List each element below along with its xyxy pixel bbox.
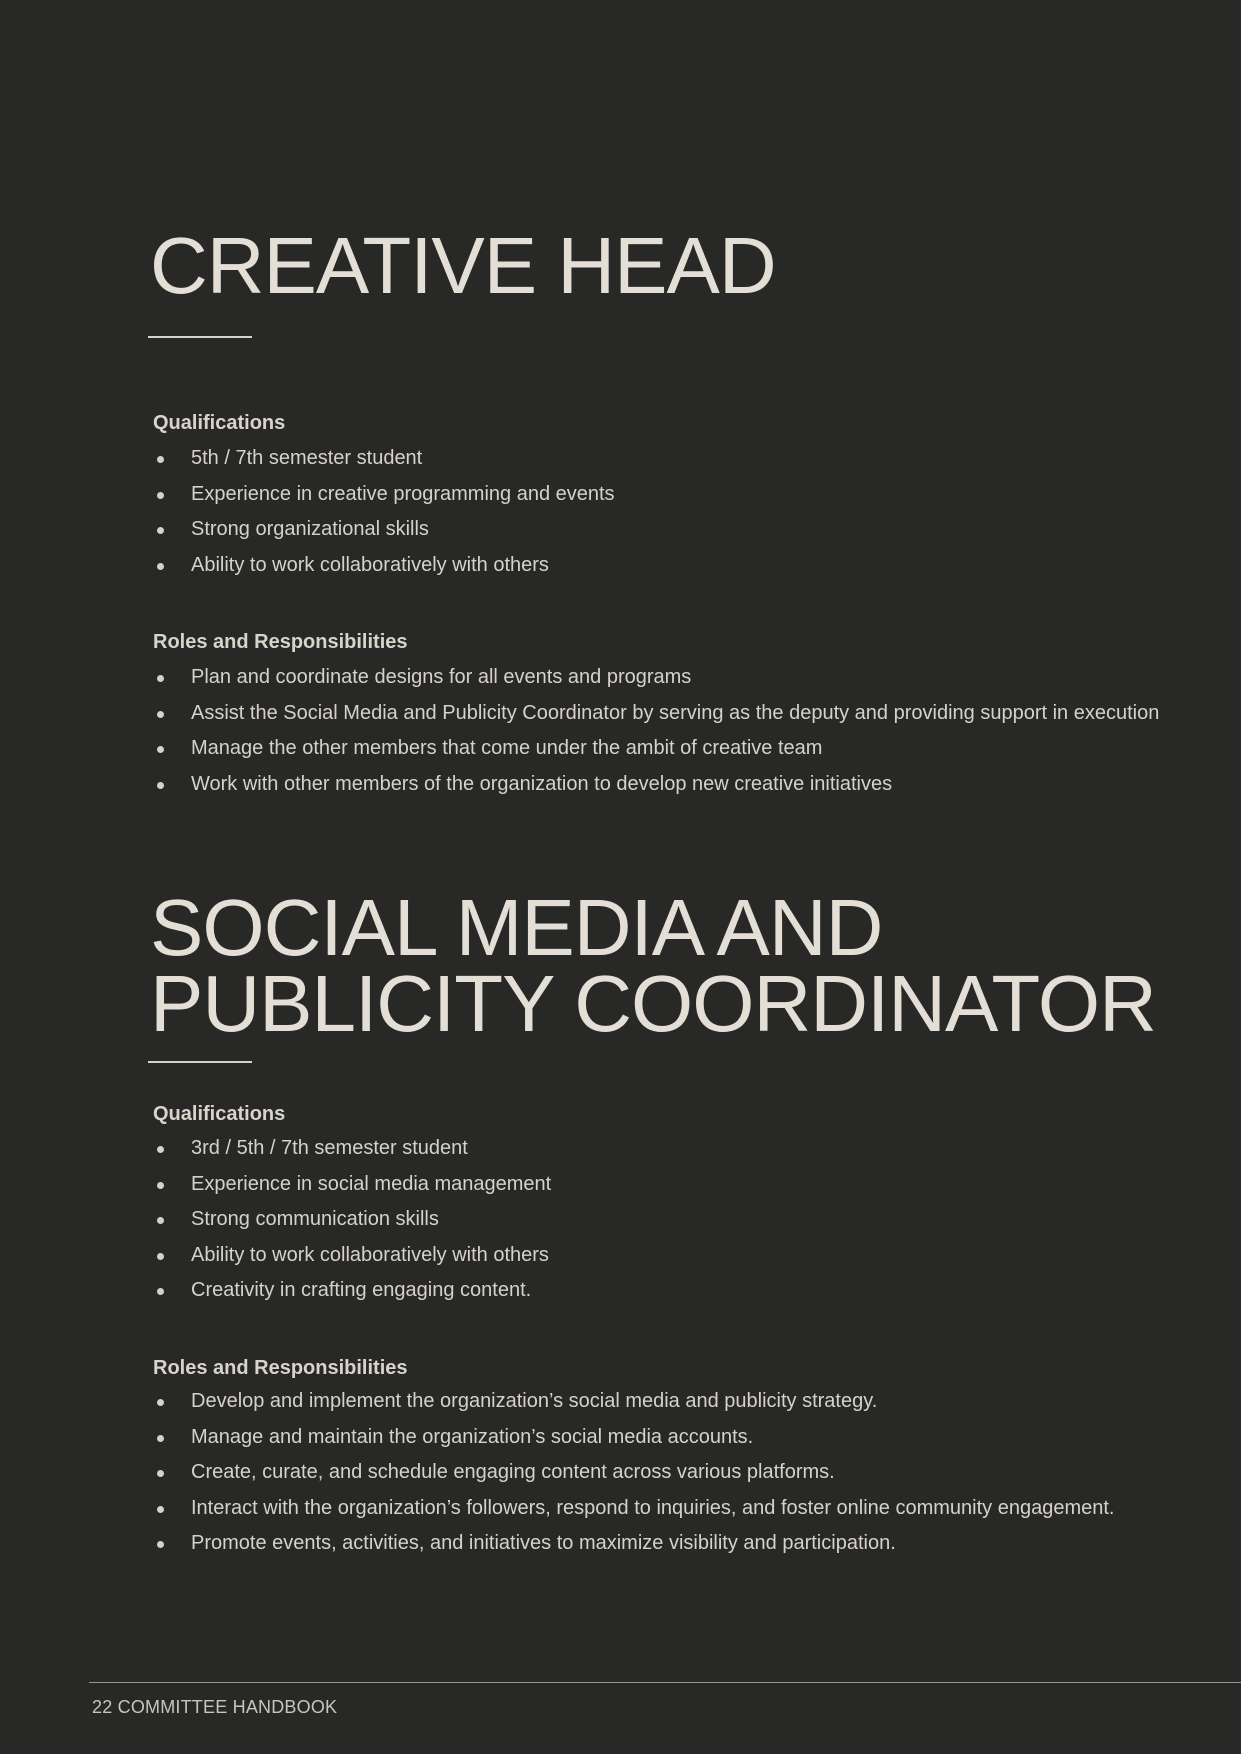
bullet-icon [157,1146,164,1153]
qualifications-heading: Qualifications [153,412,286,434]
page-footer: 22 COMMITTEE HANDBOOK [92,1697,338,1717]
list-item: Strong communication skills [150,1202,551,1238]
list-item-text: Work with other members of the organizat… [191,772,893,795]
list-item-text: Ability to work collaboratively with oth… [191,1243,549,1266]
roles-heading: Roles and Responsibilities [153,1357,408,1379]
section-social-media-coordinator: SOCIAL MEDIA AND PUBLICITY COORDINATOR Q… [148,883,1210,1554]
list-item-text: Ability to work collaboratively with oth… [191,553,549,576]
qualifications-heading: Qualifications [153,1103,286,1125]
bullet-icon [157,1252,164,1260]
qualifications-list: 3rd / 5th / 7th semester student Experie… [150,1131,551,1309]
list-item-text: Develop and implement the organization’s… [191,1390,878,1412]
list-item: Promote events, activities, and initiati… [150,1526,1114,1562]
roles-list: Plan and coordinate designs for all even… [150,660,1159,802]
bullet-icon [157,1399,164,1406]
bullet-icon [157,562,164,570]
list-item-text: Strong communication skills [191,1208,439,1230]
list-item-text: Manage the other members that come under… [191,737,823,759]
list-item-text: 3rd / 5th / 7th semester student [191,1137,468,1159]
list-item: Experience in social media management [150,1167,551,1203]
bullet-icon [157,491,164,499]
list-item-text: Experience in creative programming and e… [191,482,615,505]
list-item: Ability to work collaboratively with oth… [150,1238,551,1274]
roles-list: Develop and implement the organization’s… [150,1384,1114,1562]
list-item: Strong organizational skills [150,512,615,548]
bullet-icon [157,710,164,718]
list-item: 3rd / 5th / 7th semester student [150,1131,551,1167]
list-item-text: Promote events, activities, and initiati… [191,1532,896,1554]
list-item: Work with other members of the organizat… [150,767,1159,803]
list-item-text: Plan and coordinate designs for all even… [191,666,692,688]
list-item-text: Interact with the organization’s followe… [191,1496,1115,1519]
list-item-text: Create, curate, and schedule engaging co… [191,1461,835,1483]
section-title: CREATIVE HEAD [150,221,777,310]
bullet-icon [157,1217,164,1224]
bullet-icon [157,456,164,463]
roles-heading: Roles and Responsibilities [153,631,408,653]
list-item: Experience in creative programming and e… [150,477,615,513]
title-divider [148,336,252,338]
bullet-icon [157,1470,164,1477]
list-item: 5th / 7th semester student [150,441,615,477]
qualifications-list: 5th / 7th semester student Experience in… [150,441,615,583]
list-item: Manage the other members that come under… [150,731,1159,767]
bullet-icon [157,1541,164,1548]
list-item: Assist the Social Media and Publicity Co… [150,696,1159,732]
section-title: SOCIAL MEDIA AND PUBLICITY COORDINATOR [150,883,1157,1048]
list-item-text: Manage and maintain the organization’s s… [191,1425,754,1448]
list-item-text: Assist the Social Media and Publicity Co… [191,701,1160,724]
title-divider [148,1061,252,1063]
section-creative-head: CREATIVE HEAD Qualifications 5th / 7th s… [148,221,1210,795]
bullet-icon [157,746,164,753]
bullet-icon [157,781,164,789]
list-item-text: 5th / 7th semester student [191,447,423,469]
list-item: Plan and coordinate designs for all even… [150,660,1159,696]
list-item: Manage and maintain the organization’s s… [150,1420,1114,1456]
footer-divider [89,1682,1241,1683]
list-item: Develop and implement the organization’s… [150,1384,1114,1420]
list-item-text: Creativity in crafting engaging content. [191,1279,532,1301]
list-item: Creativity in crafting engaging content. [150,1273,551,1309]
bullet-icon [157,527,164,534]
list-item-text: Experience in social media management [191,1172,552,1195]
bullet-icon [157,675,164,682]
bullet-icon [157,1181,164,1189]
bullet-icon [157,1434,164,1442]
list-item: Ability to work collaboratively with oth… [150,548,615,584]
list-item-text: Strong organizational skills [191,518,429,540]
list-item: Interact with the organization’s followe… [150,1491,1114,1527]
bullet-icon [157,1505,164,1513]
list-item: Create, curate, and schedule engaging co… [150,1455,1114,1491]
bullet-icon [157,1288,164,1295]
